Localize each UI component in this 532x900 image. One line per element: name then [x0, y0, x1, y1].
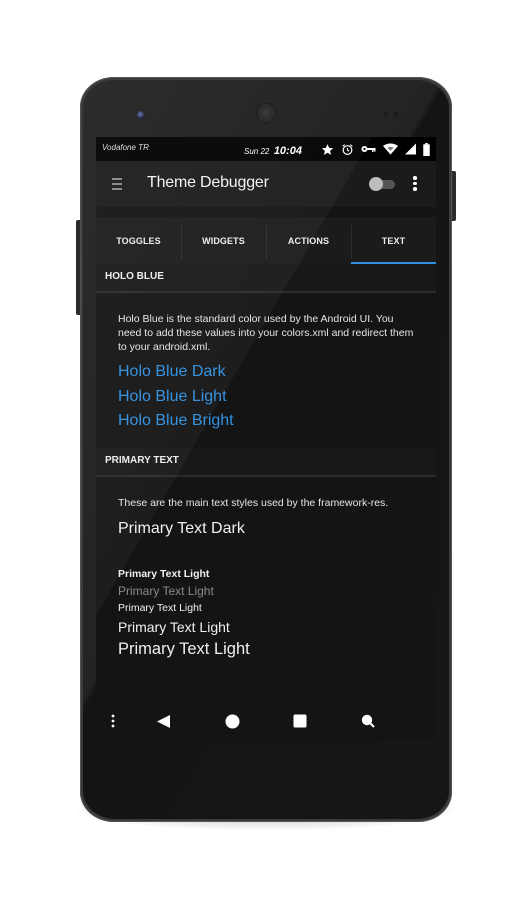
back-icon[interactable] — [156, 714, 171, 729]
key-icon — [361, 146, 376, 152]
wifi-icon — [383, 143, 398, 155]
holo-blue-description: Holo Blue is the standard color used by … — [118, 313, 414, 353]
status-date: Sun 22 — [244, 147, 270, 156]
tab-toggles[interactable]: TOGGLES — [96, 217, 181, 265]
primary-text-light-sample: Primary Text Light — [118, 568, 210, 580]
primary-text-light-sample: Primary Text Light — [118, 602, 202, 614]
switch-thumb — [369, 177, 383, 191]
menu-dots-icon[interactable] — [110, 714, 116, 728]
status-icons — [321, 141, 430, 157]
home-icon[interactable] — [225, 714, 240, 729]
section-title: PRIMARY TEXT — [105, 455, 179, 466]
primary-text-light-sample: Primary Text Light — [118, 584, 214, 598]
proximity-sensor-icon — [383, 112, 388, 117]
holo-blue-dark-sample: Holo Blue Dark — [118, 363, 226, 380]
more-vert-icon[interactable] — [412, 176, 418, 192]
front-camera-icon — [137, 111, 145, 119]
tab-widgets[interactable]: WIDGETS — [181, 217, 266, 265]
primary-text-light-sample: Primary Text Light — [118, 619, 230, 635]
section-header-primary-text: PRIMARY TEXT — [96, 448, 436, 477]
app-bar: Theme Debugger — [96, 161, 436, 207]
earpiece-speaker-icon — [257, 104, 275, 122]
status-bar: Vodafone TR Sun 22 10:04 — [96, 137, 436, 161]
section-header-holo-blue: HOLO BLUE — [96, 264, 436, 293]
tab-actions[interactable]: ACTIONS — [266, 217, 351, 265]
status-time: 10:04 — [273, 145, 302, 157]
section-title: HOLO BLUE — [105, 271, 164, 282]
light-sensor-icon — [393, 112, 398, 117]
primary-text-description: These are the main text styles used by t… — [118, 497, 389, 509]
star-icon — [321, 143, 334, 155]
holo-blue-bright-sample: Holo Blue Bright — [118, 412, 234, 429]
signal-icon — [405, 143, 416, 155]
status-clock: Sun 22 10:04 — [244, 141, 302, 159]
screen: Vodafone TR Sun 22 10:04 Theme Debugger … — [96, 137, 436, 741]
primary-text-dark-sample: Primary Text Dark — [118, 520, 245, 537]
recents-icon[interactable] — [293, 714, 307, 728]
app-title: Theme Debugger — [147, 174, 269, 191]
battery-icon — [423, 142, 430, 156]
navigation-bar — [96, 702, 436, 741]
search-icon[interactable] — [361, 714, 375, 728]
carrier-label: Vodafone TR — [102, 143, 149, 152]
primary-text-light-sample: Primary Text Light — [118, 640, 250, 658]
theme-toggle-switch[interactable] — [367, 177, 397, 191]
alarm-icon — [342, 143, 353, 155]
tab-text[interactable]: TEXT — [351, 217, 436, 265]
hamburger-icon[interactable] — [112, 178, 122, 190]
holo-blue-light-sample: Holo Blue Light — [118, 388, 227, 405]
tab-bar: TOGGLES WIDGETS ACTIONS TEXT — [96, 217, 436, 265]
